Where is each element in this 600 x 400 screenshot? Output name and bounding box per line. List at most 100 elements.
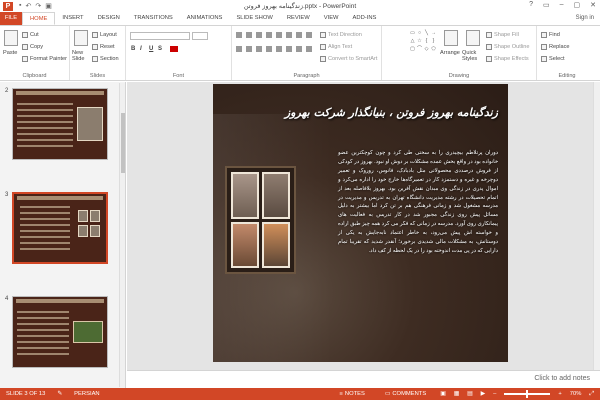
spellcheck-icon[interactable]: ✎	[51, 391, 68, 397]
shape-effects-button[interactable]: Shape Effects	[486, 56, 529, 62]
paste-icon[interactable]	[4, 30, 18, 46]
alignment-buttons-row[interactable]	[236, 46, 316, 52]
family-photo-frame[interactable]	[225, 166, 296, 274]
shape-effects-label: Shape Effects	[494, 56, 529, 62]
thumb-text-line	[20, 224, 70, 226]
font-size-box[interactable]	[192, 32, 208, 40]
notes-pane[interactable]: Click to add notes	[127, 370, 600, 388]
shapes-gallery[interactable]: ▭ ○ ╲ → △ ☆{} ▢ ⌒ ◇ ⬠	[409, 29, 437, 61]
zoom-slider-handle[interactable]	[526, 390, 529, 398]
reading-view-icon[interactable]: ▤	[467, 391, 472, 397]
tab-home[interactable]: HOME	[22, 12, 56, 25]
curve-shape-icon[interactable]: ⌒	[416, 45, 423, 53]
slide-thumbnail-4[interactable]	[12, 296, 108, 368]
bold-button[interactable]: B	[131, 46, 135, 52]
current-slide[interactable]: زندگینامه بهروز فروتن ، بنیانگذار شرکت ب…	[213, 84, 508, 362]
fit-slide-icon[interactable]: ⤢	[589, 391, 594, 398]
triangle-shape-icon[interactable]: △	[409, 37, 416, 45]
select-button[interactable]: Select	[541, 56, 565, 62]
line-shape-icon[interactable]: ╲	[423, 29, 430, 37]
star-shape-icon[interactable]: ☆	[416, 37, 423, 45]
tab-slide-show[interactable]: SLIDE SHOW	[229, 12, 279, 25]
shape-fill-button[interactable]: Shape Fill	[486, 32, 519, 38]
quick-styles-button[interactable]: Quick Styles	[462, 50, 482, 62]
underline-button[interactable]: U	[149, 46, 153, 52]
tab-view[interactable]: VIEW	[317, 12, 346, 25]
comment-icon: ▭	[384, 391, 391, 397]
rounded-rect-shape-icon[interactable]: ▢	[409, 45, 416, 53]
layout-button[interactable]: Layout	[92, 32, 117, 38]
ribbon-display-button[interactable]: ▭	[543, 1, 550, 9]
thumb-title-bar	[16, 91, 104, 95]
editor-scrollbar[interactable]	[593, 82, 600, 370]
font-name-box[interactable]	[130, 32, 190, 40]
slide-thumbnail-2[interactable]	[12, 88, 108, 160]
quick-styles-icon[interactable]	[466, 30, 480, 46]
brace-close-shape-icon[interactable]: }	[430, 37, 437, 45]
minimize-button[interactable]: –	[560, 1, 564, 9]
language-indicator[interactable]: PERSIAN	[68, 391, 105, 397]
arrange-icon[interactable]	[444, 30, 458, 46]
strikethrough-button[interactable]: S	[158, 46, 162, 52]
cut-button[interactable]: Cut	[22, 32, 39, 38]
thumb-text-line	[17, 311, 69, 313]
notes-button[interactable]: ≡ NOTES	[334, 391, 371, 397]
italic-button[interactable]: I	[140, 46, 142, 52]
scrollbar-thumb[interactable]	[121, 113, 125, 173]
oval-shape-icon[interactable]: ○	[416, 29, 423, 37]
sign-in-link[interactable]: Sign in	[576, 12, 600, 25]
arrange-button[interactable]: Arrange	[440, 50, 460, 56]
zoom-level[interactable]: 70%	[570, 391, 582, 397]
slide-title[interactable]: زندگینامه بهروز فروتن ، بنیانگذار شرکت ب…	[223, 106, 498, 119]
rectangle-shape-icon[interactable]: ▭	[409, 29, 416, 37]
replace-button[interactable]: Replace	[541, 44, 570, 50]
list-buttons-row[interactable]	[236, 32, 316, 38]
thumb-text-line	[17, 145, 73, 147]
slide-thumbnail-3[interactable]	[12, 192, 108, 264]
tab-insert[interactable]: INSERT	[55, 12, 90, 25]
tab-review[interactable]: REVIEW	[280, 12, 317, 25]
slide-body-text[interactable]: دوران پرتلاطم بیچیدری را به سختی طی کرد …	[338, 149, 498, 256]
zoom-slider[interactable]	[504, 390, 551, 398]
brace-shape-icon[interactable]: {	[423, 37, 430, 45]
new-slide-icon[interactable]	[74, 30, 88, 46]
tab-add-ins[interactable]: ADD-INS	[346, 12, 384, 25]
section-label: Section	[100, 56, 119, 62]
smartart-icon	[320, 56, 326, 62]
new-slide-button[interactable]: New Slide	[72, 50, 92, 62]
convert-smartart-button[interactable]: Convert to SmartArt	[320, 56, 377, 62]
thumb-photo	[78, 225, 88, 237]
text-direction-button[interactable]: Text Direction	[320, 32, 362, 38]
zoom-out-icon[interactable]: –	[493, 391, 496, 397]
tab-file[interactable]: FILE	[0, 12, 22, 25]
thumb-text-line	[20, 248, 70, 250]
reset-button[interactable]: Reset	[92, 44, 115, 50]
comments-button[interactable]: ▭ COMMENTS	[379, 391, 432, 397]
tab-design[interactable]: DESIGN	[91, 12, 127, 25]
thumb-text-line	[20, 212, 70, 214]
paste-button[interactable]: Paste	[3, 50, 17, 56]
font-color-icon[interactable]	[170, 46, 178, 52]
arrow-shape-icon[interactable]: →	[430, 29, 437, 37]
diamond-shape-icon[interactable]: ◇	[423, 45, 430, 53]
section-icon	[92, 56, 98, 62]
zoom-in-icon[interactable]: +	[558, 391, 561, 397]
help-button[interactable]: ?	[529, 1, 533, 9]
close-button[interactable]: ✕	[590, 1, 596, 9]
tab-transitions[interactable]: TRANSITIONS	[127, 12, 180, 25]
align-text-button[interactable]: Align Text	[320, 44, 352, 50]
thumbnail-scrollbar[interactable]	[119, 83, 125, 387]
format-painter-label: Format Painter	[30, 56, 67, 62]
tab-animations[interactable]: ANIMATIONS	[180, 12, 230, 25]
normal-view-icon[interactable]: ▣	[440, 391, 445, 397]
pentagon-shape-icon[interactable]: ⬠	[430, 45, 437, 53]
section-button[interactable]: Section	[92, 56, 119, 62]
slide-sorter-icon[interactable]: ▦	[454, 391, 459, 397]
slideshow-view-icon[interactable]: ▶	[481, 391, 485, 397]
format-painter-button[interactable]: Format Painter	[22, 56, 67, 62]
maximize-button[interactable]: ▢	[574, 1, 581, 9]
slide-number: 3	[5, 192, 9, 198]
find-button[interactable]: Find	[541, 32, 560, 38]
shape-outline-button[interactable]: Shape Outline	[486, 44, 529, 50]
copy-button[interactable]: Copy	[22, 44, 43, 50]
